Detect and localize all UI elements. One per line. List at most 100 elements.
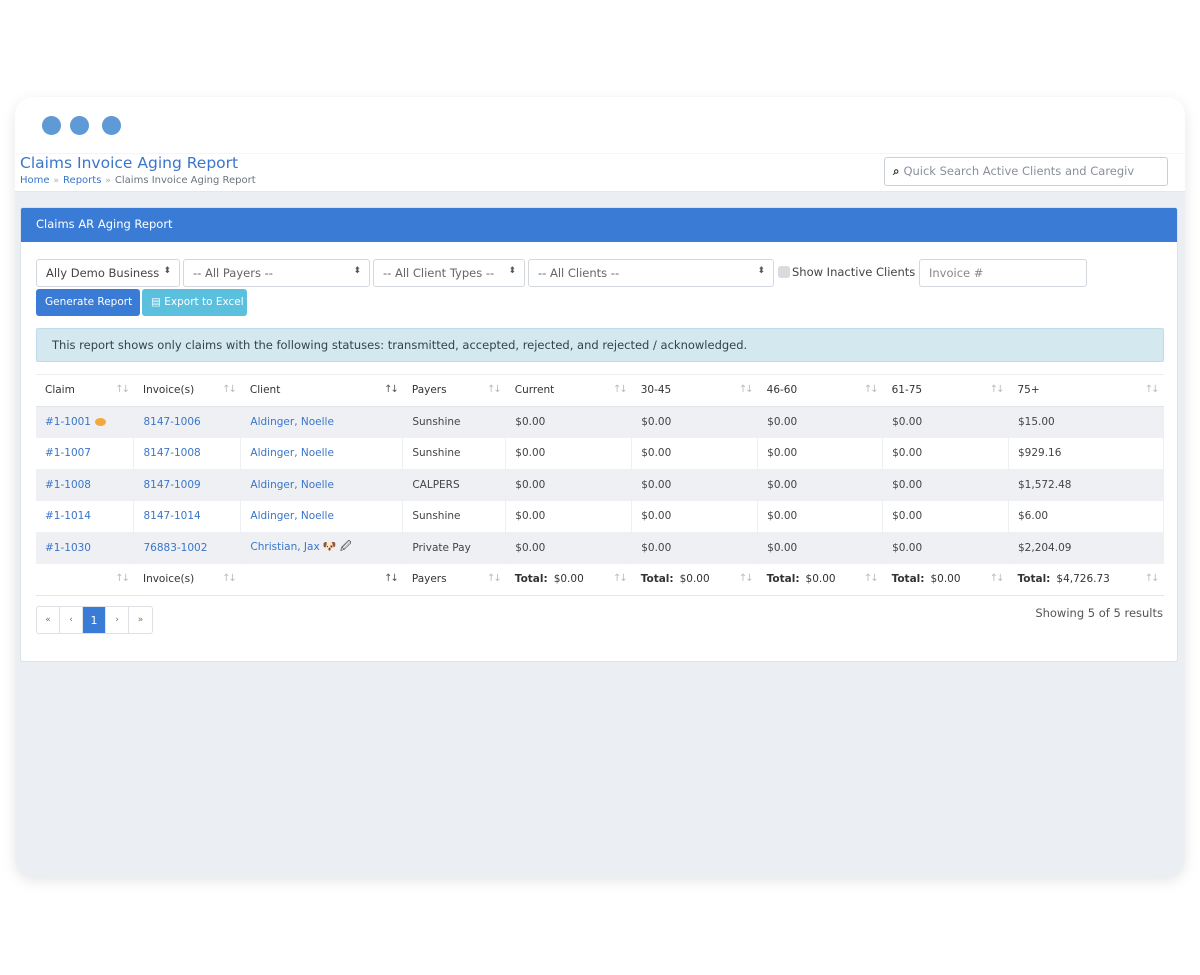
column-header-payers[interactable]: Payers ↑↓ — [402, 374, 506, 407]
invoice-cell: 76883-1002 — [133, 532, 242, 564]
client-link[interactable]: Christian, Jax — [250, 541, 319, 553]
payers-select[interactable]: -- All Payers -- ⬍ — [183, 259, 370, 287]
column-label: 61-75 — [891, 384, 923, 397]
column-header-46-60[interactable]: 46-60 ↑↓ — [757, 374, 883, 407]
sort-icon[interactable]: ↑↓ — [990, 384, 1005, 395]
amount-cell-d30_45: $0.00 — [631, 469, 759, 501]
clients-select-value: -- All Clients -- — [538, 266, 620, 280]
column-header-invoice-s[interactable]: Invoice(s) ↑↓ — [133, 374, 241, 407]
page-first-button[interactable]: « — [37, 607, 60, 633]
generate-report-button[interactable]: Generate Report — [36, 289, 140, 316]
amount-cell-d75p: $929.16 — [1008, 437, 1164, 469]
title-bar — [15, 97, 1185, 153]
client-cell: Aldinger, Noelle — [240, 437, 404, 469]
sort-icon[interactable]: ↑↓ — [222, 384, 237, 395]
clients-select[interactable]: -- All Clients -- ⬍ — [528, 259, 774, 287]
sort-icon[interactable]: ↑↓ — [739, 384, 754, 395]
page-1-button[interactable]: 1 — [83, 607, 106, 633]
results-count: Showing 5 of 5 results — [1035, 606, 1163, 620]
claim-link[interactable]: #1-1030 — [45, 542, 91, 554]
breadcrumb-home[interactable]: Home — [20, 175, 50, 186]
amount-cell-current: $0.00 — [505, 406, 633, 438]
column-header-30-45[interactable]: 30-45 ↑↓ — [631, 374, 758, 407]
invoice-cell: 8147-1006 — [133, 406, 242, 438]
column-label: Invoice(s) — [142, 384, 195, 397]
comment-icon[interactable] — [95, 418, 106, 426]
column-header-61-75[interactable]: 61-75 ↑↓ — [882, 374, 1009, 407]
client-status-icons: 🐶 🖉 — [322, 540, 352, 554]
sort-icon[interactable]: ↑↓ — [115, 573, 130, 584]
amount-cell-d61_75: $0.00 — [882, 406, 1009, 438]
sort-icon[interactable]: ↑↓ — [864, 573, 879, 584]
client-link[interactable]: Aldinger, Noelle — [250, 416, 334, 428]
amount-cell-d46_60: $0.00 — [757, 437, 884, 469]
sort-icon[interactable]: ↑↓ — [990, 573, 1005, 584]
page-header: Claims Invoice Aging Report Home» Reports… — [15, 153, 1185, 192]
claim-link[interactable]: #1-1001 — [45, 416, 91, 428]
client-link[interactable]: Aldinger, Noelle — [250, 479, 334, 491]
amount-cell-current: $0.00 — [505, 532, 633, 564]
window-minimize-dot[interactable] — [70, 116, 89, 135]
invoice-link[interactable]: 8147-1006 — [143, 416, 200, 428]
amount-cell-d30_45: $0.00 — [631, 406, 759, 438]
show-inactive-label: Show Inactive Clients — [792, 265, 916, 279]
amount-cell-current: $0.00 — [505, 469, 633, 501]
column-label: 75+ — [1017, 384, 1040, 397]
invoice-number-input[interactable]: Invoice # — [919, 259, 1087, 287]
amount-cell-current: $0.00 — [505, 437, 633, 469]
payer-cell: Sunshine — [402, 406, 507, 438]
column-header-current[interactable]: Current ↑↓ — [505, 374, 632, 407]
window-close-dot[interactable] — [42, 116, 61, 135]
invoice-link[interactable]: 8147-1014 — [143, 510, 200, 522]
column-header-claim[interactable]: Claim ↑↓ — [36, 374, 134, 407]
total-label: Total: — [1017, 573, 1051, 585]
claim-link[interactable]: #1-1007 — [45, 447, 91, 459]
sort-icon[interactable]: ↑↓ — [487, 384, 502, 395]
page-next-button[interactable]: › — [106, 607, 129, 633]
column-header-75[interactable]: 75+ ↑↓ — [1008, 374, 1164, 407]
amount-cell-d46_60: $0.00 — [757, 406, 884, 438]
table-header-row: Claim ↑↓ Invoice(s) ↑↓ Client ↑↓ Payers ↑↓ Curre… — [36, 374, 1164, 407]
claim-link[interactable]: #1-1008 — [45, 479, 91, 491]
footer-invoice: Invoice(s) ↑↓ — [133, 563, 241, 596]
sort-icon[interactable]: ↑↓ — [222, 573, 237, 584]
show-inactive-checkbox[interactable] — [778, 266, 790, 278]
window-maximize-dot[interactable] — [102, 116, 121, 135]
footer-claim: ↑↓ — [36, 563, 134, 596]
total-label: Total: — [514, 573, 548, 585]
sort-icon[interactable]: ↑↓ — [384, 384, 399, 395]
payers-select-value: -- All Payers -- — [193, 266, 273, 280]
client-cell: Aldinger, Noelle — [240, 469, 404, 501]
client-link[interactable]: Aldinger, Noelle — [250, 447, 334, 459]
claim-link[interactable]: #1-1014 — [45, 510, 91, 522]
page-last-button[interactable]: » — [129, 607, 152, 633]
invoice-link[interactable]: 8147-1009 — [143, 479, 200, 491]
invoice-link[interactable]: 8147-1008 — [143, 447, 200, 459]
sort-icon[interactable]: ↑↓ — [613, 573, 628, 584]
sort-icon[interactable]: ↑↓ — [1145, 384, 1160, 395]
quick-search-input[interactable]: ⌕ Quick Search Active Clients and Caregiv — [884, 157, 1168, 186]
sort-icon[interactable]: ↑↓ — [613, 384, 628, 395]
page-prev-button[interactable]: ‹ — [60, 607, 83, 633]
client-cell: Aldinger, Noelle — [240, 406, 404, 438]
export-excel-button[interactable]: ▤ Export to Excel — [142, 289, 247, 316]
amount-cell-d46_60: $0.00 — [757, 500, 884, 532]
business-select[interactable]: Ally Demo Business ⬍ — [36, 259, 180, 287]
amount-cell-d61_75: $0.00 — [882, 469, 1009, 501]
amount-cell-d75p: $15.00 — [1008, 406, 1164, 438]
sort-icon[interactable]: ↑↓ — [739, 573, 754, 584]
sort-icon[interactable]: ↑↓ — [384, 573, 399, 584]
column-label: Claim — [45, 384, 75, 397]
client-types-select[interactable]: -- All Client Types -- ⬍ — [373, 259, 525, 287]
invoice-link[interactable]: 76883-1002 — [143, 542, 207, 554]
sort-icon[interactable]: ↑↓ — [115, 384, 130, 395]
total-value: $4,726.73 — [1056, 573, 1110, 585]
client-link[interactable]: Aldinger, Noelle — [250, 510, 334, 522]
breadcrumb-reports[interactable]: Reports — [63, 175, 101, 186]
report-panel: Claims AR Aging Report Ally Demo Busines… — [20, 207, 1178, 662]
sort-icon[interactable]: ↑↓ — [487, 573, 502, 584]
claim-cell: #1-1008 — [36, 469, 135, 501]
sort-icon[interactable]: ↑↓ — [864, 384, 879, 395]
column-header-client[interactable]: Client ↑↓ — [240, 374, 403, 407]
sort-icon[interactable]: ↑↓ — [1145, 573, 1160, 584]
